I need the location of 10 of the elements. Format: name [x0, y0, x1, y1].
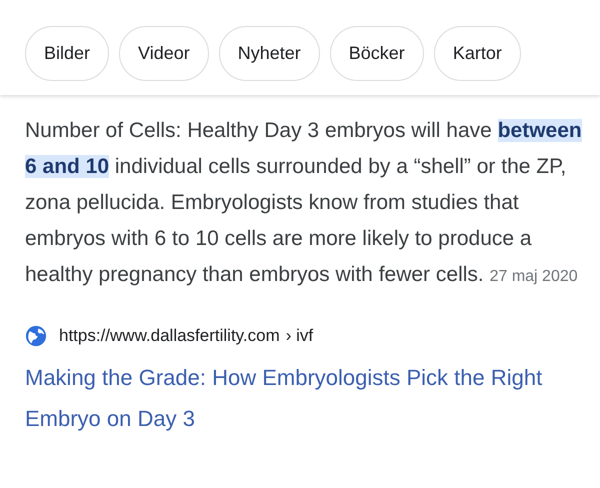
result-title-link[interactable]: Making the Grade: How Embryologists Pick the Right Embryo on Day 3 [25, 356, 585, 438]
filter-chip[interactable]: Bilder [25, 26, 110, 81]
filter-chip[interactable]: Kartor [434, 26, 521, 81]
breadcrumb: › ivf [286, 325, 314, 347]
filter-chip[interactable]: Böcker [330, 26, 424, 81]
result-url[interactable]: https://www.dallasfertility.com [59, 323, 280, 348]
filter-chip[interactable]: Videor [119, 26, 209, 81]
globe-icon [25, 324, 47, 347]
filter-chip[interactable]: Nyheter [218, 26, 320, 81]
snippet-text: Number of Cells: Healthy Day 3 embryos will have between 6 and 10 individual cells surrounded by a “shell” or the ZP, zona pellucida. Embryologists know from studies that embryos with 6 to 10 cells are more likely to produce a healthy pregnancy than embryos with fewer cells. 27 maj 2020 [25, 118, 583, 288]
